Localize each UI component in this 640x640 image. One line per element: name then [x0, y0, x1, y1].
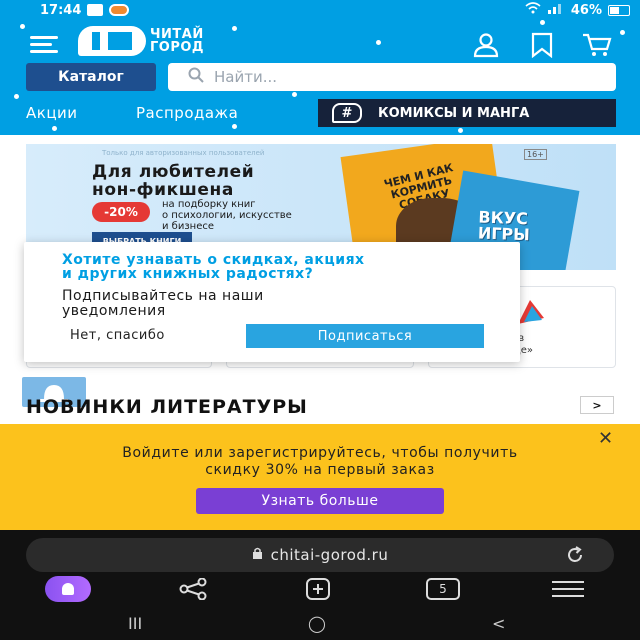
subscribe-popup: Хотите узнавать о скидках, акциях и друг… — [24, 242, 520, 362]
browser-toolbar: chitai-gorod.ru 5 III ◯ < — [0, 530, 640, 640]
learn-more-button[interactable]: Узнать больше — [196, 488, 444, 514]
comics-manga-button[interactable]: # КОМИКСЫ И МАНГА — [318, 99, 616, 127]
recent-apps-button[interactable]: III — [128, 614, 142, 633]
site-logo[interactable]: ЧИТАЙ ГОРОД — [78, 26, 204, 56]
comics-hash-icon: # — [332, 103, 362, 123]
menu-burger-icon[interactable] — [30, 36, 58, 53]
snowflake-decoration — [52, 126, 57, 131]
lock-icon — [252, 546, 263, 564]
home-button[interactable]: ◯ — [308, 614, 326, 633]
url-text: chitai-gorod.ru — [270, 546, 389, 564]
banner-note: Только для авторизованных пользователей — [102, 149, 265, 157]
discount-badge: -20% — [92, 202, 150, 222]
age-rating-badge: 16+ — [524, 149, 547, 160]
battery-icon — [608, 4, 630, 16]
new-tab-icon[interactable] — [300, 578, 336, 600]
promo-text: Войдите или зарегистрируйтесь, чтобы пол… — [122, 445, 518, 478]
city-card-icon — [516, 296, 546, 326]
logo-book-icon — [78, 26, 146, 56]
comics-manga-label: КОМИКСЫ И МАНГА — [378, 105, 530, 121]
popup-body: Подписывайтесь на наши уведомления — [62, 288, 264, 319]
wifi-icon — [525, 2, 541, 18]
tabs-count-button[interactable]: 5 — [426, 578, 460, 600]
book2-title: ВКУС ИГРЫ — [477, 207, 531, 245]
banner-subtitle: на подборку книг о психологии, искусстве… — [162, 199, 292, 232]
catalog-button[interactable]: Каталог — [26, 63, 156, 91]
nav-link-sale[interactable]: Распродажа — [136, 104, 238, 122]
subscribe-button[interactable]: Подписаться — [246, 324, 484, 348]
reload-icon[interactable] — [566, 546, 584, 564]
profile-icon[interactable] — [472, 32, 500, 58]
snowflake-decoration — [14, 94, 19, 99]
browser-menu-icon[interactable] — [550, 578, 586, 600]
snowflake-decoration — [540, 20, 545, 25]
status-time: 17:44 — [40, 2, 82, 18]
banner-title: Для любителей нон-фикшена — [92, 162, 255, 200]
gallery-notification-icon — [87, 4, 104, 16]
address-bar[interactable]: chitai-gorod.ru — [26, 538, 614, 572]
snowflake-decoration — [458, 128, 463, 133]
snowflake-decoration — [232, 26, 237, 31]
snowflake-decoration — [232, 124, 237, 129]
status-bar: 17:44 46% — [0, 0, 640, 20]
share-icon[interactable] — [176, 577, 212, 601]
bookmark-icon[interactable] — [528, 32, 556, 59]
voice-assistant-icon[interactable] — [45, 576, 91, 602]
search-icon — [188, 67, 204, 87]
search-input[interactable]: Найти... — [168, 63, 616, 91]
snowflake-decoration — [20, 24, 25, 29]
cart-icon[interactable] — [582, 32, 612, 58]
section-title: НОВИНКИ ЛИТЕРАТУРЫ — [26, 396, 308, 418]
decline-button[interactable]: Нет, спасибо — [70, 328, 165, 343]
section-next-button[interactable]: > — [580, 396, 614, 414]
back-button[interactable]: < — [492, 614, 505, 633]
login-promo-bar: ✕ Войдите или зарегистрируйтесь, чтобы п… — [0, 424, 640, 530]
signal-icon — [547, 2, 565, 18]
snowflake-decoration — [292, 92, 297, 97]
nav-link-promotions[interactable]: Акции — [26, 104, 78, 122]
snowflake-decoration — [620, 30, 625, 35]
search-placeholder: Найти... — [214, 68, 278, 86]
app-notification-icon — [109, 4, 130, 16]
snowflake-decoration — [376, 40, 381, 45]
popup-heading: Хотите узнавать о скидках, акциях и друг… — [62, 252, 365, 282]
battery-percent: 46% — [570, 2, 602, 18]
logo-line2: ГОРОД — [150, 40, 204, 55]
site-header: ЧИТАЙ ГОРОД Каталог Найти... Акции Распр… — [0, 20, 640, 135]
